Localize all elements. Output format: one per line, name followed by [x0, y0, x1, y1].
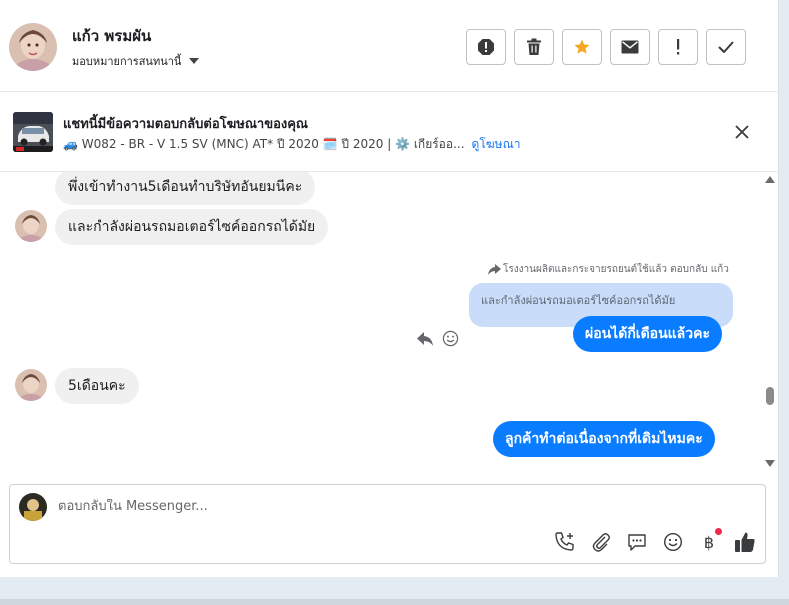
like-button[interactable] [733, 530, 757, 554]
baht-icon: ฿ [703, 532, 715, 552]
mark-spam-button[interactable] [466, 29, 506, 65]
close-banner-button[interactable] [732, 122, 752, 142]
close-icon [735, 125, 749, 139]
message-hover-tools [416, 330, 459, 347]
caret-down-icon [189, 58, 200, 64]
window-bottom-edge [0, 577, 789, 605]
react-emoji-icon[interactable] [442, 330, 459, 347]
mail-icon [621, 40, 639, 54]
like-icon [735, 532, 755, 552]
ad-context-banner: แชทนี้มีข้อความตอบกลับต่อโฆษณาของคุณ 🚙 W… [0, 92, 779, 172]
message-composer: ฿ [9, 484, 766, 564]
message-thread[interactable]: พึ่งเข้าทำงาน5เดือนทำบริษัทอันยมนีคะ และ… [0, 172, 779, 472]
attach-icon [592, 533, 610, 552]
trash-icon [527, 38, 541, 55]
contact-name[interactable]: แก้ว พรมผัน [72, 24, 151, 48]
emoji-icon [663, 532, 683, 552]
conversation-header: แก้ว พรมผัน มอบหมายการสนทนานี้ [0, 0, 779, 92]
assign-conversation-dropdown[interactable]: มอบหมายการสนทนานี้ [72, 52, 200, 70]
message-bubble-incoming[interactable]: และกำลังผ่อนรถมอเตอร์ไซค์ออกรถได้มัย [55, 209, 329, 245]
check-icon [718, 41, 734, 53]
scrollbar-thumb[interactable] [766, 387, 774, 405]
star-button[interactable] [562, 29, 602, 65]
star-icon [574, 39, 590, 54]
mark-unread-button[interactable] [610, 29, 650, 65]
assign-label: มอบหมายการสนทนานี้ [72, 55, 182, 68]
attach-button[interactable] [589, 530, 613, 554]
ad-banner-subtitle: 🚙 W082 - BR - V 1.5 SV (MNC) AT* ปี 2020… [63, 135, 520, 154]
reply-meta-text: โรงงานผลิตและกระจายรถยนต์ใช้แล้ว ตอบกลับ… [503, 264, 729, 275]
horizontal-scrollbar[interactable] [0, 599, 789, 605]
conversation-panel: แก้ว พรมผัน มอบหมายการสนทนานี้ แชทนี้มีข… [0, 0, 779, 577]
mark-important-button[interactable] [658, 29, 698, 65]
important-icon [677, 39, 680, 55]
message-bubble-incoming[interactable]: 5เดือนคะ [55, 368, 139, 404]
ad-thumbnail[interactable] [13, 112, 53, 152]
call-add-icon [555, 532, 574, 551]
contact-avatar[interactable] [9, 23, 57, 71]
ad-banner-title: แชทนี้มีข้อความตอบกลับต่อโฆษณาของคุณ [63, 117, 308, 132]
mark-done-button[interactable] [706, 29, 746, 65]
message-bubble-outgoing[interactable]: ผ่อนได้กี่เดือนแล้วคะ [573, 316, 722, 352]
reply-icon[interactable] [416, 331, 434, 347]
contact-avatar-small [15, 210, 47, 242]
scroll-up-arrow[interactable] [765, 176, 775, 183]
reply-input[interactable] [58, 499, 658, 514]
saved-replies-icon [628, 534, 646, 551]
emoji-button[interactable] [661, 530, 685, 554]
contact-avatar-small [15, 369, 47, 401]
call-add-button[interactable] [553, 530, 577, 554]
reply-meta: โรงงานผลิตและกระจายรถยนต์ใช้แล้ว ตอบกลับ… [488, 262, 729, 277]
notification-dot [715, 528, 722, 535]
header-actions [466, 29, 746, 65]
ad-subtitle-text: 🚙 W082 - BR - V 1.5 SV (MNC) AT* ปี 2020… [63, 137, 465, 151]
message-bubble-incoming[interactable]: พึ่งเข้าทำงาน5เดือนทำบริษัทอันยมนีคะ [55, 172, 316, 205]
spam-icon [478, 39, 494, 55]
page-avatar [19, 493, 47, 521]
composer-toolbar: ฿ [553, 528, 757, 554]
scroll-down-arrow[interactable] [765, 460, 775, 467]
view-ad-link[interactable]: ดูโฆษณา [472, 135, 521, 154]
saved-replies-button[interactable] [625, 530, 649, 554]
message-bubble-outgoing[interactable]: ลูกค้าทำต่อเนื่องจากที่เดิมไหมคะ [493, 421, 715, 457]
reply-arrow-icon [488, 264, 501, 275]
payment-button[interactable]: ฿ [697, 528, 722, 554]
delete-button[interactable] [514, 29, 554, 65]
